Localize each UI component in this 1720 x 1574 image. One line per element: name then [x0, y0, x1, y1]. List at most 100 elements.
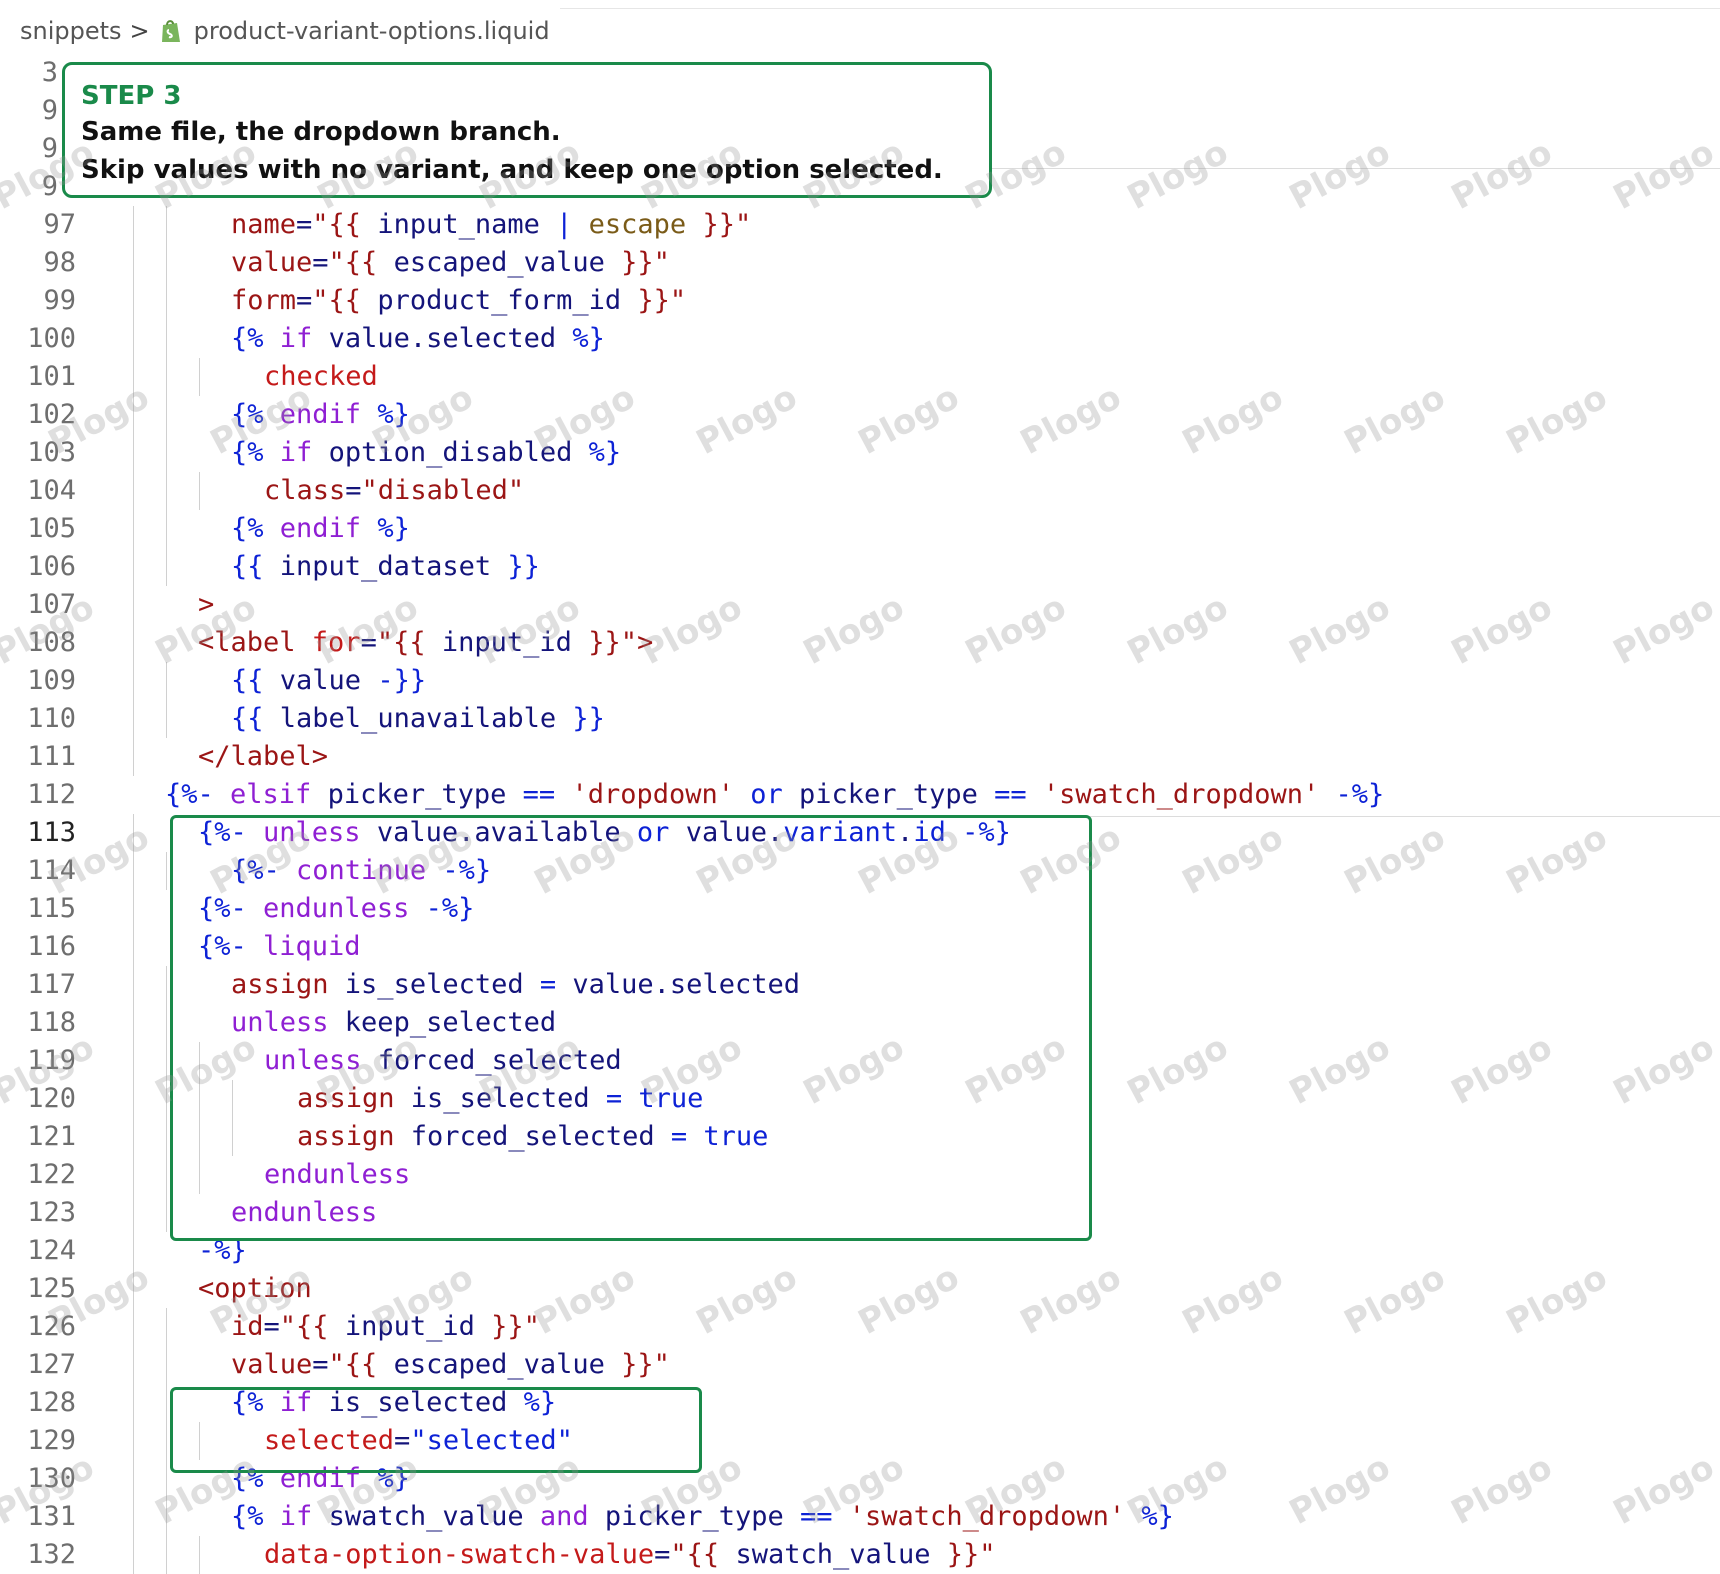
code-editor[interactable]: 97 name="{{ input_name | escape }}" 98 valu… [0, 0, 1720, 1574]
line-number: 128 [27, 1387, 76, 1418]
code-token: elsif [230, 779, 328, 810]
code-token: = [312, 1349, 329, 1380]
code-text: {%- elsif picker_type == 'dropdown' or p… [165, 776, 1384, 814]
code-line[interactable]: 127 value="{{ escaped_value }}" [0, 1346, 1720, 1384]
code-token: }}" [588, 627, 637, 658]
indent-guide [199, 1536, 200, 1574]
indent-guide [166, 1080, 167, 1118]
indent-guide [133, 1118, 134, 1156]
code-line[interactable]: 109 {{ value -}} [0, 662, 1720, 700]
code-text: checked [264, 358, 378, 396]
code-line[interactable]: 110 {{ label_unavailable }} [0, 700, 1720, 738]
code-token: <label [198, 627, 312, 658]
code-line[interactable]: 104 class="disabled" [0, 472, 1720, 510]
code-token: %} [377, 513, 410, 544]
code-token: %} [572, 323, 605, 354]
code-line[interactable]: 125 <option [0, 1270, 1720, 1308]
code-text: {% endif %} [231, 396, 410, 434]
code-line[interactable]: 105 {% endif %} [0, 510, 1720, 548]
indent-guide [133, 320, 134, 358]
code-line[interactable]: 112 {%- elsif picker_type == 'dropdown' o… [0, 776, 1720, 814]
line-number: 122 [27, 1159, 76, 1190]
code-line[interactable]: 100 {% if value.selected %} [0, 320, 1720, 358]
highlight-box-selected [170, 1387, 702, 1473]
code-token: picker_type [327, 779, 523, 810]
indent-guide [166, 1194, 167, 1232]
code-token: input_id [441, 627, 589, 658]
line-number: 97 [43, 209, 76, 240]
code-line[interactable]: 98 value="{{ escaped_value }}" [0, 244, 1720, 282]
indent-guide [133, 966, 134, 1004]
code-line[interactable]: 131 {% if swatch_value and picker_type ==… [0, 1498, 1720, 1536]
breadcrumb-folder[interactable]: snippets [20, 17, 122, 45]
code-token: {%- [165, 779, 231, 810]
indent-guide [133, 1384, 134, 1422]
code-text: {% if option_disabled %} [231, 434, 621, 472]
code-token: = [345, 475, 362, 506]
indent-guide [133, 1270, 134, 1308]
indent-guide [133, 1536, 134, 1574]
indent-guide [166, 510, 167, 548]
line-number: 115 [27, 893, 76, 924]
line-number: 9 [41, 95, 58, 126]
indent-guide [166, 1498, 167, 1536]
indent-guide [166, 1422, 167, 1460]
code-token: option_disabled [328, 437, 589, 468]
indent-guide [133, 206, 134, 244]
code-text: {{ label_unavailable }} [231, 700, 605, 738]
code-line[interactable]: 102 {% endif %} [0, 396, 1720, 434]
code-token: if [279, 323, 329, 354]
code-line[interactable]: 126 id="{{ input_id }}" [0, 1308, 1720, 1346]
code-token: = [654, 1539, 671, 1570]
code-line[interactable]: 108 <label for="{{ input_id }}"> [0, 624, 1720, 662]
indent-guide [166, 1156, 167, 1194]
code-token: %} [588, 437, 622, 468]
indent-guide [166, 282, 167, 320]
code-line[interactable]: 132 data-option-swatch-value="{{ swatch_v… [0, 1536, 1720, 1574]
line-number: 106 [27, 551, 76, 582]
line-number: 101 [27, 361, 76, 392]
code-token: }} [572, 703, 605, 734]
code-line[interactable]: 103 {% if option_disabled %} [0, 434, 1720, 472]
code-text: <option [198, 1270, 312, 1308]
code-token: {{ [231, 665, 280, 696]
code-token: "{{ [328, 247, 394, 278]
breadcrumb-file[interactable]: product-variant-options.liquid [194, 17, 550, 45]
code-text: {% if swatch_value and picker_type == 's… [231, 1498, 1174, 1536]
code-token: label_unavailable [279, 703, 573, 734]
code-line[interactable]: 101 checked [0, 358, 1720, 396]
code-token: "{{ [670, 1539, 736, 1570]
code-token: name [231, 209, 297, 240]
code-token: -}} [377, 665, 427, 696]
code-line[interactable]: 107 > [0, 586, 1720, 624]
code-token: picker_type [604, 1501, 800, 1532]
code-token: "{{ [312, 209, 378, 240]
editor-top-border [560, 8, 1720, 9]
indent-guide [133, 396, 134, 434]
code-token: }}" [946, 1539, 996, 1570]
indent-guide [166, 700, 167, 738]
code-line[interactable]: 97 name="{{ input_name | escape }}" [0, 206, 1720, 244]
code-text: {{ input_dataset }} [231, 548, 540, 586]
active-line-divider [1090, 816, 1720, 817]
line-number: 127 [27, 1349, 76, 1380]
code-token: }}" [491, 1311, 540, 1342]
code-line[interactable]: 106 {{ input_dataset }} [0, 548, 1720, 586]
code-line[interactable]: 111 </label> [0, 738, 1720, 776]
code-line[interactable]: 99 form="{{ product_form_id }}" [0, 282, 1720, 320]
indent-guide [133, 1422, 134, 1460]
code-token: = [360, 627, 377, 658]
code-text: > [198, 586, 214, 624]
chevron-right-icon: > [129, 17, 150, 45]
code-token: %} [377, 399, 410, 430]
code-token: picker_type [799, 779, 995, 810]
indent-guide [166, 1308, 167, 1346]
code-token: "{{ [376, 627, 442, 658]
code-token: 'swatch_dropdown' [848, 1501, 1142, 1532]
indent-guide [166, 966, 167, 1004]
line-number: 118 [27, 1007, 76, 1038]
code-token: <option [198, 1273, 312, 1304]
code-token: value.selected [328, 323, 573, 354]
fold-divider [960, 168, 1720, 169]
code-token: 'swatch_dropdown' [1042, 779, 1336, 810]
